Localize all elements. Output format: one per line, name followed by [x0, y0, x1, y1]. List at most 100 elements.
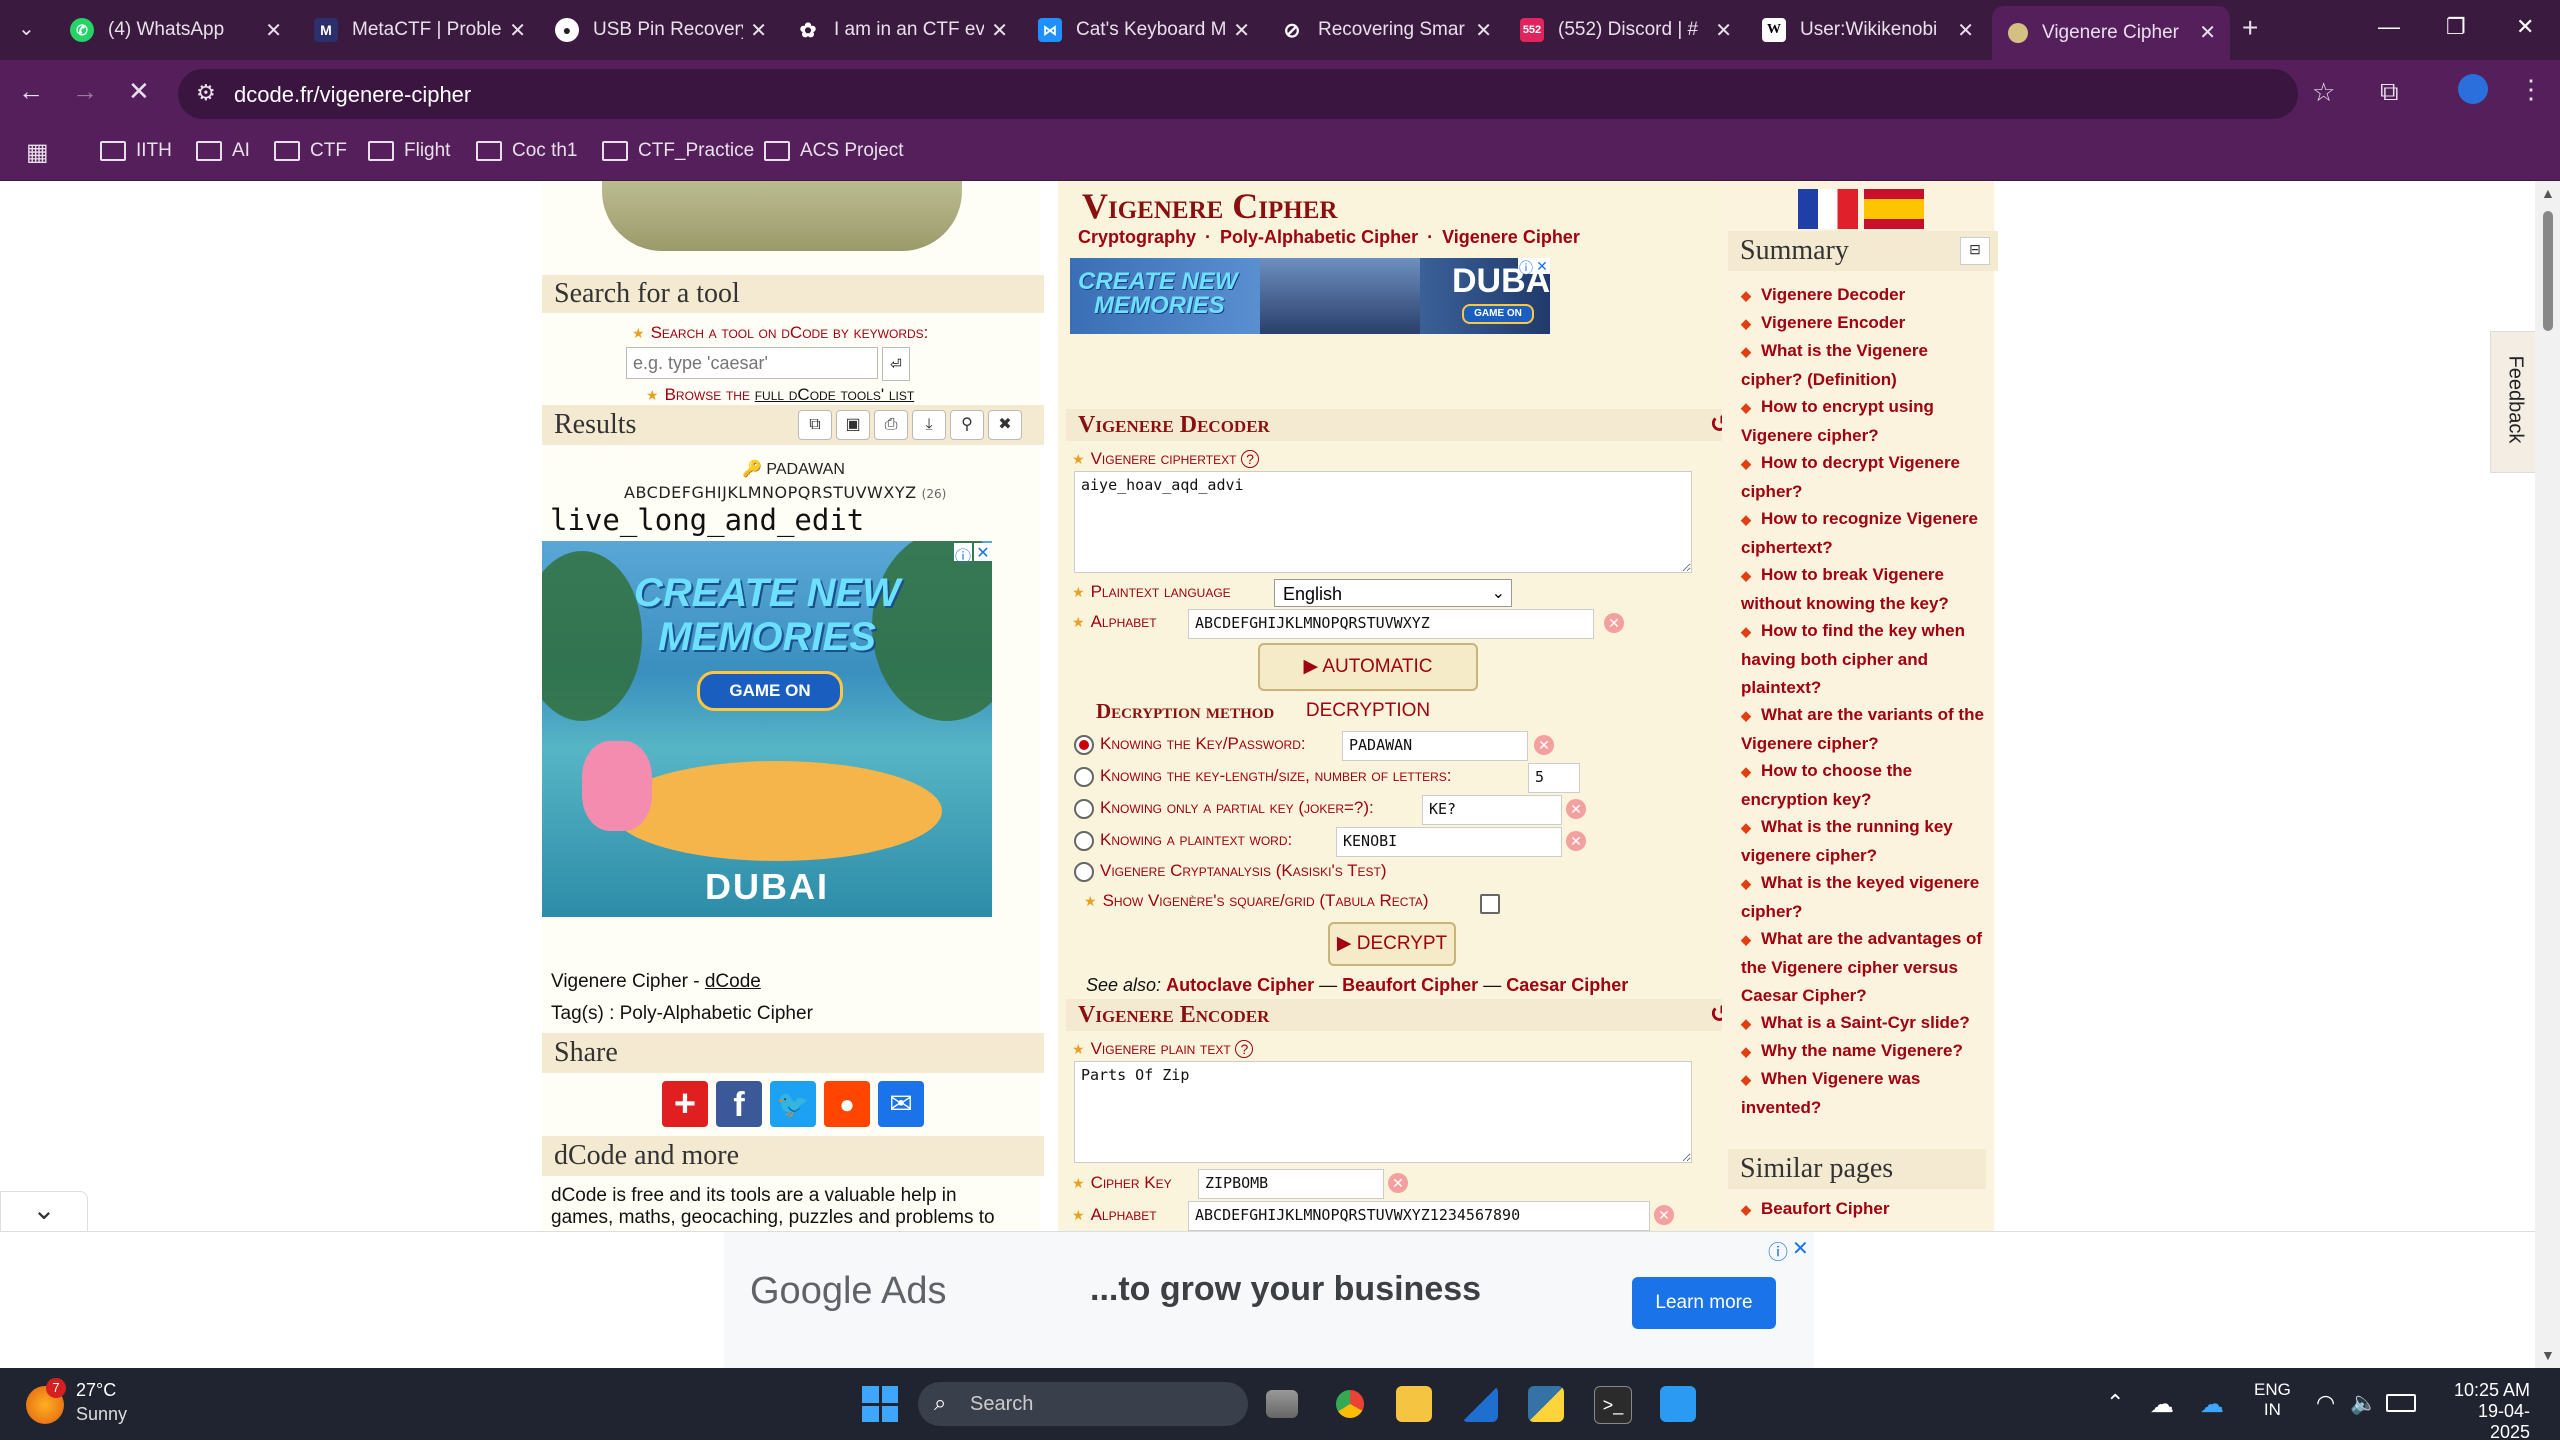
clear-plaintext-icon[interactable]: ✕ — [1566, 831, 1586, 851]
tab-chatgpt-1[interactable]: ✿ I am in an CTF ev ✕ — [796, 10, 1008, 50]
forward-icon[interactable]: → — [72, 76, 98, 107]
scrollbar-thumb[interactable] — [2543, 211, 2553, 331]
method-length-input[interactable]: 5 — [1528, 763, 1580, 793]
breadcrumb-cryptography[interactable]: Cryptography — [1078, 227, 1196, 247]
search-submit-button[interactable]: ⏎ — [882, 347, 910, 381]
cipher-key-input[interactable]: ZIPBOMB — [1198, 1169, 1384, 1199]
close-icon[interactable]: ✕ — [1715, 18, 1732, 43]
vscode-icon[interactable] — [1462, 1386, 1498, 1422]
summary-link-variants[interactable]: ◆ What are the variants of the Vigenere c… — [1741, 701, 1991, 758]
alphabet-input[interactable]: ABCDEFGHIJKLMNOPQRSTUVWXYZ — [1188, 609, 1594, 639]
summary-link-find-key[interactable]: ◆ How to find the key when having both ci… — [1741, 617, 1991, 702]
tab-search-icon[interactable]: ⌄ — [18, 16, 35, 41]
tab-wikipedia[interactable]: W User:Wikikenobi ✕ — [1762, 10, 1974, 50]
address-bar[interactable]: ⚙ dcode.fr/vigenere-cipher ☆ — [178, 69, 2335, 119]
method-partial-radio[interactable] — [1074, 799, 1094, 819]
minimize-icon[interactable]: — — [2378, 14, 2400, 40]
tab-github[interactable]: ● USB Pin Recovery ✕ — [555, 10, 767, 50]
download-button[interactable]: ⤓ — [912, 410, 946, 440]
apps-grid-icon[interactable]: ▦ — [26, 138, 49, 167]
plaintext-textarea[interactable]: Parts Of Zip — [1074, 1061, 1692, 1163]
browse-tools-link[interactable]: full dCode tools' list — [755, 385, 915, 404]
help-icon[interactable]: ? — [1235, 1040, 1254, 1058]
site-info-icon[interactable]: ⚙ — [196, 80, 216, 106]
bookmark-acs[interactable]: ACS Project — [764, 140, 903, 162]
tab-whatsapp[interactable]: ✆ (4) WhatsApp ✕ — [70, 10, 282, 50]
chrome-icon[interactable] — [1332, 1386, 1368, 1422]
bookmark-flight[interactable]: Flight — [368, 140, 450, 162]
summary-link-encoder[interactable]: ◆ Vigenere Encoder — [1741, 309, 1991, 338]
ad-info-icon[interactable]: ⓘ — [1768, 1236, 1788, 1265]
scroll-up-icon[interactable]: ▲ — [2541, 185, 2555, 201]
summary-link-recognize[interactable]: ◆ How to recognize Vigenere ciphertext? — [1741, 505, 1991, 562]
bookmark-iith[interactable]: IITH — [100, 140, 172, 162]
summary-link-saint-cyr[interactable]: ◆ What is a Saint-Cyr slide? — [1741, 1009, 1991, 1038]
notepad-icon[interactable] — [1660, 1386, 1696, 1422]
print-button[interactable]: ⎙ — [874, 410, 908, 440]
tab-vigenere[interactable]: Vigenere Cipher ✕ — [1992, 6, 2230, 60]
collapse-summary-button[interactable]: ⊟ — [1960, 237, 1990, 265]
email-share-icon[interactable]: ✉ — [878, 1081, 924, 1127]
close-icon[interactable]: ✕ — [1233, 18, 1250, 43]
clear-encoder-alphabet-icon[interactable]: ✕ — [1654, 1205, 1674, 1225]
ciphertext-textarea[interactable]: aiye_hoav_aqd_advi — [1074, 471, 1692, 573]
encoder-alphabet-input[interactable]: ABCDEFGHIJKLMNOPQRSTUVWXYZ1234567890 — [1188, 1201, 1650, 1231]
clear-key-icon[interactable]: ✕ — [1534, 735, 1554, 755]
clear-cipher-key-icon[interactable]: ✕ — [1388, 1173, 1408, 1193]
language-select[interactable]: English ⌄ — [1274, 579, 1512, 607]
bookmark-star-icon[interactable]: ☆ — [2312, 77, 2335, 108]
share-add-button[interactable]: + — [662, 1081, 708, 1127]
decrypt-button[interactable]: ▶ DECRYPT — [1328, 922, 1456, 966]
extensions-icon[interactable]: ⧉ — [2380, 76, 2399, 108]
language-indicator[interactable]: ENG IN — [2254, 1380, 2291, 1420]
search-input[interactable] — [626, 347, 878, 379]
wifi-icon[interactable]: ◠ — [2316, 1390, 2335, 1416]
onedrive-business-icon[interactable]: ☁ — [2200, 1390, 2224, 1419]
banner-info-icon[interactable]: ⓘ — [1518, 258, 1534, 276]
new-tab-icon[interactable]: + — [2242, 12, 2258, 44]
method-length-radio[interactable] — [1074, 767, 1094, 787]
dcode-link[interactable]: dCode — [705, 971, 761, 992]
close-icon[interactable]: ✕ — [750, 18, 767, 43]
summary-link-running-key[interactable]: ◆ What is the running key vigenere cipher… — [1741, 813, 1991, 870]
ad-game-on-button[interactable]: GAME ON — [697, 671, 843, 711]
python-icon[interactable] — [1528, 1386, 1564, 1422]
see-also-caesar[interactable]: Caesar Cipher — [1506, 975, 1628, 995]
volume-icon[interactable]: 🔈 — [2350, 1390, 2377, 1416]
side-advertisement[interactable]: CREATE NEW MEMORIES GAME ON DUBAI ⓘ ✕ — [542, 541, 992, 917]
automatic-decryption-button[interactable]: ▶ AUTOMATIC DECRYPTION — [1258, 643, 1478, 721]
banner-advertisement[interactable]: CREATE NEW MEMORIES DUBAI GAME ON ⓘ ✕ — [1070, 258, 1550, 334]
ad-close-icon[interactable]: ✕ — [1792, 1236, 1809, 1261]
copy-button[interactable]: ⧉ — [798, 410, 832, 440]
summary-link-choose-key[interactable]: ◆ How to choose the encryption key? — [1741, 757, 1991, 814]
method-key-input[interactable]: PADAWAN — [1342, 731, 1528, 761]
similar-link-beaufort[interactable]: ◆ Beaufort Cipher — [1741, 1195, 1991, 1224]
bottom-advertisement[interactable]: Google Ads ...to grow your business Lear… — [0, 1231, 2535, 1369]
facebook-share-icon[interactable]: f — [716, 1081, 762, 1127]
reddit-share-icon[interactable]: ● — [824, 1081, 870, 1127]
method-plaintext-input[interactable]: KENOBI — [1336, 827, 1562, 857]
tab-metactf[interactable]: M MetaCTF | Proble ✕ — [314, 10, 526, 50]
learn-more-button[interactable]: Learn more — [1632, 1277, 1776, 1329]
bookmark-ai[interactable]: AI — [196, 140, 250, 162]
summary-link-break[interactable]: ◆ How to break Vigenere without knowing t… — [1741, 561, 1991, 618]
bookmark-ctf-practice[interactable]: CTF_Practice — [602, 140, 754, 162]
summary-link-encrypt[interactable]: ◆ How to encrypt using Vigenere cipher? — [1741, 393, 1991, 450]
clock[interactable]: 10:25 AM 19-04-2025 — [2440, 1380, 2530, 1443]
ad-close-icon[interactable]: ✕ — [974, 543, 992, 562]
banner-close-icon[interactable]: ✕ — [1534, 258, 1550, 274]
flag-spain-icon[interactable] — [1864, 189, 1924, 229]
pin-button[interactable]: ⚲ — [950, 410, 984, 440]
restore-icon[interactable]: ❐ — [2446, 14, 2466, 40]
close-icon[interactable]: ✕ — [509, 18, 526, 43]
method-partial-input[interactable]: KE? — [1422, 795, 1562, 825]
close-icon[interactable]: ✕ — [2199, 20, 2216, 45]
method-kasiski-radio[interactable] — [1074, 862, 1094, 882]
twitter-share-icon[interactable]: 🐦 — [770, 1081, 816, 1127]
summary-link-keyed[interactable]: ◆ What is the keyed vigenere cipher? — [1741, 869, 1991, 926]
window-close-icon[interactable]: ✕ — [2516, 14, 2534, 40]
ad-info-icon[interactable]: ⓘ — [954, 543, 972, 566]
close-icon[interactable]: ✕ — [1957, 18, 1974, 43]
see-also-autoclave[interactable]: Autoclave Cipher — [1166, 975, 1314, 995]
show-hidden-icons[interactable]: ⌃ — [2106, 1390, 2124, 1416]
